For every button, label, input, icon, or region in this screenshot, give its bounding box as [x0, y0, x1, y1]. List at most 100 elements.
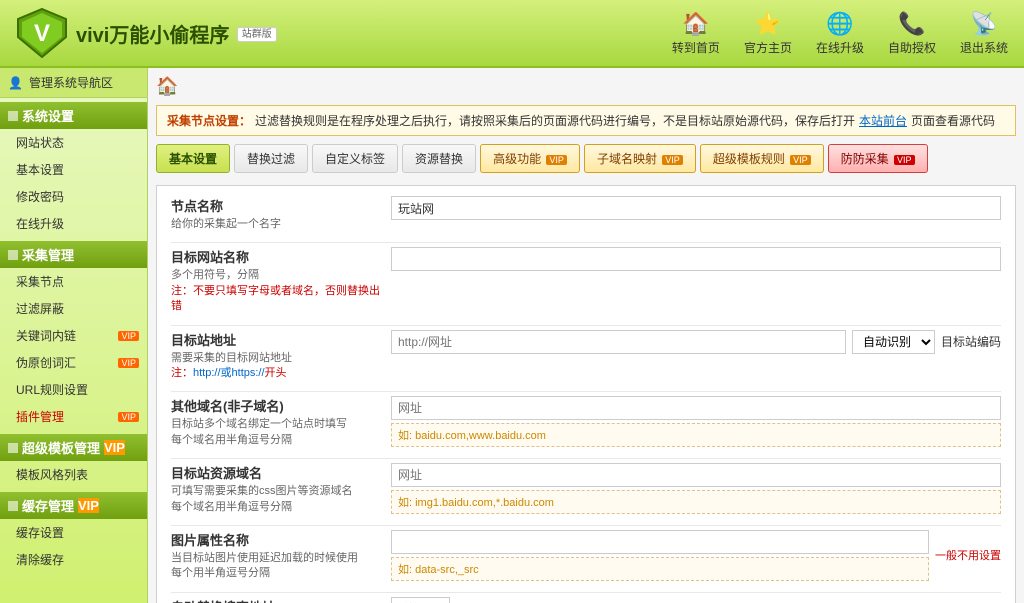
fake-original-label: 伪原创词汇	[16, 354, 76, 371]
img-attr-name-field-col: 如: data-src,_src 一般不用设置	[391, 530, 1001, 581]
auto-replace-search-select[interactable]: 关闭 开启	[391, 597, 450, 603]
tab-super-template-rule[interactable]: 超级模板规则 VIP	[700, 144, 824, 173]
img-attr-name-desc: 当目标站图片使用延迟加载的时候使用	[171, 551, 381, 566]
logo-icon: V	[16, 7, 68, 59]
nav-upgrade[interactable]: 🌐 在线升级	[816, 11, 864, 56]
sidebar-item-fake-original[interactable]: 伪原创词汇 VIP	[0, 349, 147, 376]
target-resource-domain-desc2: 每个域名用半角逗号分隔	[171, 500, 381, 515]
node-name-label-col: 节点名称 给你的采集起一个名字	[171, 196, 391, 232]
target-site-encoding-select[interactable]: 自动识别	[852, 330, 935, 354]
keyword-links-label: 关键词内链	[16, 327, 76, 344]
sidebar-item-plugin-mgr[interactable]: 插件管理 VIP	[0, 403, 147, 430]
cache-section-icon	[8, 501, 18, 511]
phone-nav-icon: 📞	[898, 11, 925, 37]
target-site-name-title: 目标网站名称	[171, 247, 381, 266]
plugin-mgr-label: 插件管理	[16, 408, 64, 425]
subdomain-tab-label: 子域名映射	[597, 152, 657, 166]
divider-5	[171, 525, 1001, 526]
svg-text:V: V	[34, 20, 50, 47]
sidebar-admin-bar: 👤 管理系统导航区	[0, 68, 147, 98]
tab-subdomain-map[interactable]: 子域名映射 VIP	[584, 144, 696, 173]
admin-icon: 👤	[8, 76, 23, 90]
sidebar-item-template-list[interactable]: 模板风格列表	[0, 461, 147, 488]
sidebar-item-basic-settings[interactable]: 基本设置	[0, 156, 147, 183]
tab-filter[interactable]: 替换过滤	[234, 144, 308, 173]
basic-settings-label: 基本设置	[16, 161, 64, 178]
target-site-name-desc: 多个用符号，分隔	[171, 268, 381, 283]
rss-nav-icon: 📡	[970, 11, 997, 37]
super-template-vip-badge2: VIP	[790, 155, 811, 165]
section-super-template: 超级模板管理 VIP 模板风格列表	[0, 434, 147, 488]
target-site-url-desc2: 注：http://或https://开头	[171, 366, 381, 381]
notice-link-suffix: 页面查看源代码	[911, 112, 995, 129]
node-name-input[interactable]	[391, 196, 1001, 220]
tab-resource-replace[interactable]: 资源替换	[402, 144, 476, 173]
section-cache-header: 缓存管理 VIP	[0, 492, 147, 519]
section-cache: 缓存管理 VIP 缓存设置 清除缓存	[0, 492, 147, 573]
other-domains-label-col: 其他域名(非子域名) 目标站多个域名绑定一个站点时填写 每个域名用半角逗号分隔	[171, 396, 391, 448]
advanced-tab-label: 高级功能	[493, 152, 541, 166]
section-system-title: 系统设置	[22, 106, 74, 125]
divider-1	[171, 242, 1001, 243]
advanced-vip-badge: VIP	[546, 155, 567, 165]
upgrade-label: 在线升级	[16, 215, 64, 232]
nav-auth[interactable]: 📞 自助授权	[888, 11, 936, 56]
cache-vip-badge: VIP	[78, 498, 99, 513]
img-attr-name-placeholder-example: 如: data-src,_src	[391, 557, 929, 581]
sidebar-item-site-status[interactable]: 网站状态	[0, 129, 147, 156]
other-domains-field-col: 如: baidu.com,www.baidu.com	[391, 396, 1001, 447]
other-domains-input[interactable]	[391, 396, 1001, 420]
tab-custom-tag[interactable]: 自定义标签	[312, 144, 398, 173]
target-resource-domain-input-wrapper: 如: img1.baidu.com,*.baidu.com	[391, 463, 1001, 514]
header: V vivi万能小偷程序 站群版 🏠 转到首页 ⭐ 官方主页 🌐 在线升级 📞 …	[0, 0, 1024, 68]
fake-vip-badge: VIP	[118, 358, 139, 368]
target-site-name-input[interactable]	[391, 247, 1001, 271]
img-attr-name-input[interactable]	[391, 530, 929, 554]
section-system-header: 系统设置	[0, 102, 147, 129]
sidebar-item-keyword-links[interactable]: 关键词内链 VIP	[0, 322, 147, 349]
home-nav-icon: 🏠	[682, 11, 709, 37]
target-resource-domain-desc: 可填写需要采集的css图片等资源域名	[171, 484, 381, 499]
sidebar-item-cache-settings[interactable]: 缓存设置	[0, 519, 147, 546]
tab-anti-collect[interactable]: 防防采集 VIP	[828, 144, 928, 173]
divider-4	[171, 458, 1001, 459]
form-row-node-name: 节点名称 给你的采集起一个名字	[171, 196, 1001, 232]
logo-badge: 站群版	[237, 27, 277, 42]
sidebar-item-upgrade[interactable]: 在线升级	[0, 210, 147, 237]
target-resource-domain-label-col: 目标站资源域名 可填写需要采集的css图片等资源域名 每个域名用半角逗号分隔	[171, 463, 391, 515]
tab-basic[interactable]: 基本设置	[156, 144, 230, 173]
nav-official[interactable]: ⭐ 官方主页	[744, 11, 792, 56]
sidebar-item-change-pwd[interactable]: 修改密码	[0, 183, 147, 210]
auto-replace-search-title: 自动替换搜索地址	[171, 597, 381, 603]
sidebar-item-url-rules[interactable]: URL规则设置	[0, 376, 147, 403]
sidebar-item-clear-cache[interactable]: 清除缓存	[0, 546, 147, 573]
section-system: 系统设置 网站状态 基本设置 修改密码 在线升级	[0, 102, 147, 237]
auto-replace-search-label-col: 自动替换搜索地址 选择此项就不用填写目标站搜索地址了	[171, 597, 391, 603]
nav-home[interactable]: 🏠 转到首页	[672, 11, 720, 56]
target-resource-domain-field-col: 如: img1.baidu.com,*.baidu.com	[391, 463, 1001, 514]
home-nav-label: 转到首页	[672, 39, 720, 56]
notice-link[interactable]: 本站前台	[859, 112, 907, 129]
keyword-vip-badge: VIP	[118, 331, 139, 341]
collect-section-icon	[8, 250, 18, 260]
sidebar-item-collect-nodes[interactable]: 采集节点	[0, 268, 147, 295]
target-resource-domain-input[interactable]	[391, 463, 1001, 487]
home-breadcrumb-icon: 🏠	[156, 76, 178, 96]
form-section: 节点名称 给你的采集起一个名字 目标网站名称 多个用符号，分隔 注：不要只填写字…	[156, 185, 1016, 603]
sidebar-item-filter-mask[interactable]: 过滤屏蔽	[0, 295, 147, 322]
url-rules-label: URL规则设置	[16, 381, 88, 398]
tab-advanced[interactable]: 高级功能 VIP	[480, 144, 580, 173]
nav-exit[interactable]: 📡 退出系统	[960, 11, 1008, 56]
logo-area: V vivi万能小偷程序 站群版	[16, 7, 277, 59]
form-row-img-attr-name: 图片属性名称 当目标站图片使用延迟加载的时候使用 每个用半角逗号分隔 如: da…	[171, 530, 1001, 582]
divider-6	[171, 592, 1001, 593]
form-row-target-resource-domain: 目标站资源域名 可填写需要采集的css图片等资源域名 每个域名用半角逗号分隔 如…	[171, 463, 1001, 515]
header-nav: 🏠 转到首页 ⭐ 官方主页 🌐 在线升级 📞 自助授权 📡 退出系统	[672, 11, 1008, 56]
notice-bar: 采集节点设置： 过滤替换规则是在程序处理之后执行，请按照采集后的页面源代码进行编…	[156, 105, 1016, 136]
globe-nav-icon: 🌐	[826, 11, 853, 37]
logo-main-text: vivi万能小偷程序	[76, 25, 229, 47]
other-domains-title: 其他域名(非子域名)	[171, 396, 381, 415]
target-resource-domain-title: 目标站资源域名	[171, 463, 381, 482]
target-site-url-input[interactable]	[391, 330, 846, 354]
sidebar-admin-label: 管理系统导航区	[29, 74, 113, 91]
